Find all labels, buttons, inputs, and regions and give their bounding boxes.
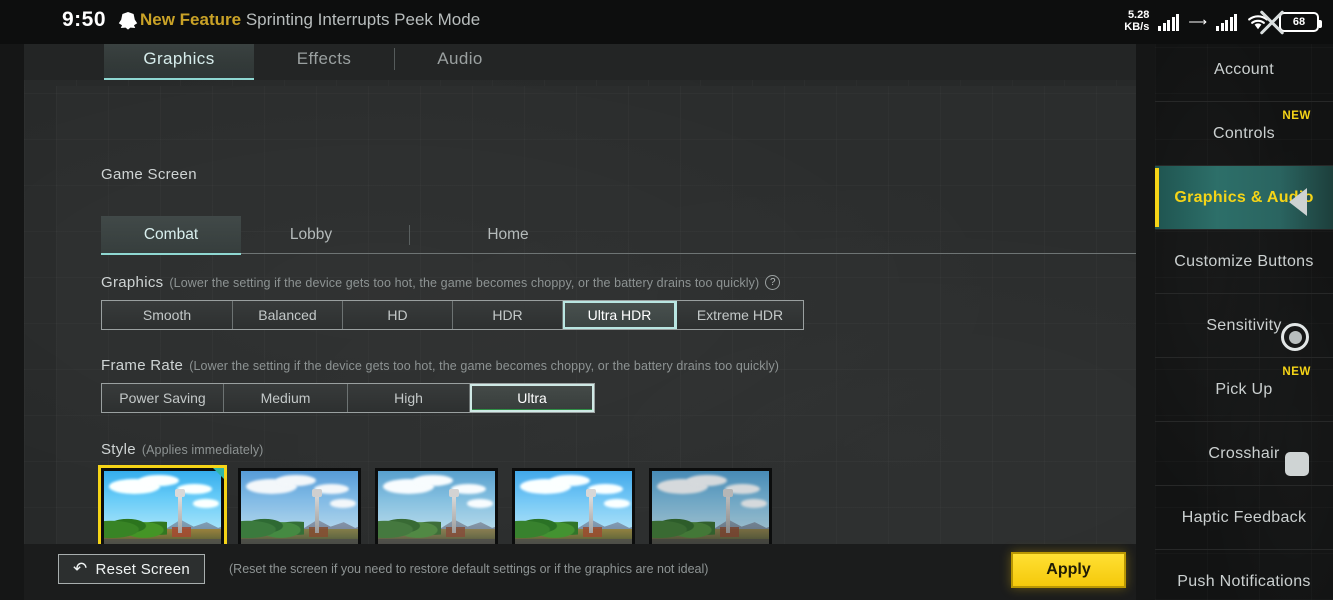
option-label: Smooth bbox=[142, 307, 192, 323]
game-screen-tab-label: Home bbox=[487, 225, 529, 243]
settings-panel-body: Game Screen Combat Lobby Home Graphics (… bbox=[56, 86, 1136, 600]
graphics-quality-header: Graphics (Lower the setting if the devic… bbox=[101, 274, 804, 291]
game-screen-label: Game Screen bbox=[101, 166, 197, 183]
graphics-option-ultra-hdr[interactable]: Ultra HDR bbox=[563, 301, 677, 329]
signal-bars-sim1-icon bbox=[1158, 13, 1180, 31]
tab-label: Effects bbox=[296, 49, 352, 68]
frame-rate-option-medium[interactable]: Medium bbox=[224, 384, 348, 412]
sidebar-item-haptic-feedback[interactable]: Haptic Feedback bbox=[1155, 486, 1333, 550]
joystick-icon[interactable] bbox=[1281, 323, 1309, 351]
tab-effects[interactable]: Effects bbox=[254, 38, 394, 80]
snapchat-icon bbox=[118, 12, 138, 30]
option-label: Medium bbox=[260, 390, 311, 406]
frame-rate-option-ultra[interactable]: Ultra bbox=[470, 384, 594, 412]
game-screen-tab-divider bbox=[409, 224, 410, 245]
frame-rate-option-power-saving[interactable]: Power Saving bbox=[102, 384, 224, 412]
game-screen-tab-lobby[interactable]: Lobby bbox=[241, 216, 381, 254]
top-tab-bar: Graphics Effects Audio bbox=[24, 38, 1136, 80]
news-ticker-prefix: New Feature bbox=[140, 10, 242, 29]
graphics-option-smooth[interactable]: Smooth bbox=[102, 301, 233, 329]
new-badge: NEW bbox=[1282, 110, 1311, 122]
game-screen-tabs: Combat Lobby Home bbox=[101, 215, 1136, 255]
apply-label: Apply bbox=[1046, 561, 1091, 578]
sidebar-item-sensitivity[interactable]: Sensitivity bbox=[1155, 294, 1333, 358]
arrow-icon: ⟶ bbox=[1188, 14, 1207, 29]
frame-rate-option-high[interactable]: High bbox=[348, 384, 470, 412]
frame-rate-section: Frame Rate (Lower the setting if the dev… bbox=[101, 357, 779, 413]
status-bar-indicators: 5.28 KB/s ⟶ 68 bbox=[1124, 0, 1333, 44]
tab-label: Audio bbox=[437, 49, 483, 68]
reset-screen-button[interactable]: ↶ Reset Screen bbox=[58, 554, 206, 584]
option-label: High bbox=[394, 390, 423, 406]
question-mark-icon[interactable]: ? bbox=[765, 275, 781, 290]
tab-audio[interactable]: Audio bbox=[395, 38, 525, 80]
option-label: Power Saving bbox=[119, 390, 206, 406]
option-label: HD bbox=[387, 307, 408, 323]
network-speed-indicator: 5.28 KB/s bbox=[1124, 10, 1149, 33]
style-header: Style (Applies immediately) bbox=[101, 441, 772, 458]
network-speed-unit: KB/s bbox=[1124, 21, 1150, 33]
android-status-bar: 9:50 New Feature Sprinting Interrupts Pe… bbox=[0, 0, 1333, 44]
frame-rate-segmented-control[interactable]: Power Saving Medium High Ultra bbox=[101, 383, 595, 413]
graphics-quality-segmented-control[interactable]: Smooth Balanced HD HDR Ultra HDR Extreme HDR bbox=[101, 300, 804, 330]
status-bar-clock: 9:50 bbox=[62, 8, 107, 31]
left-triangle-icon[interactable] bbox=[1289, 188, 1307, 216]
sidebar-item-pick-up[interactable]: Pick Up NEW bbox=[1155, 358, 1333, 422]
news-ticker-text: Sprinting Interrupts Peek Mode bbox=[241, 10, 481, 29]
graphics-option-balanced[interactable]: Balanced bbox=[233, 301, 343, 329]
game-screen-tab-combat[interactable]: Combat bbox=[101, 215, 241, 255]
close-icon[interactable] bbox=[1257, 7, 1287, 37]
battery-percent: 68 bbox=[1292, 16, 1306, 28]
tab-graphics[interactable]: Graphics bbox=[104, 38, 254, 80]
sidebar-item-label: Sensitivity bbox=[1206, 316, 1282, 334]
sidebar-item-account[interactable]: Account bbox=[1155, 38, 1333, 102]
frame-rate-label: Frame Rate bbox=[101, 357, 184, 374]
undo-arrow-icon: ↶ bbox=[73, 559, 88, 578]
sidebar-item-label: Push Notifications bbox=[1177, 572, 1311, 590]
bottom-action-bar: ↶ Reset Screen (Reset the screen if you … bbox=[24, 544, 1136, 600]
graphics-option-extreme-hdr[interactable]: Extreme HDR bbox=[677, 301, 803, 329]
frame-rate-hint: (Lower the setting if the device gets to… bbox=[189, 358, 780, 373]
app-root: Game Screen Combat Lobby Home Graphics (… bbox=[0, 0, 1333, 600]
sidebar-item-customize-buttons[interactable]: Customize Buttons bbox=[1155, 230, 1333, 294]
frame-rate-header: Frame Rate (Lower the setting if the dev… bbox=[101, 357, 779, 374]
sidebar-item-list: Account Controls NEW Graphics & Audio Custom… bbox=[1155, 38, 1333, 600]
reset-screen-hint: (Reset the screen if you need to restore… bbox=[229, 562, 709, 576]
sidebar-item-controls[interactable]: Controls NEW bbox=[1155, 102, 1333, 166]
graphics-quality-label: Graphics bbox=[101, 274, 164, 291]
settings-sidebar: Account Controls NEW Graphics & Audio Custom… bbox=[1155, 38, 1333, 600]
style-hint: (Applies immediately) bbox=[141, 442, 264, 457]
option-label: Extreme HDR bbox=[696, 307, 784, 323]
graphics-option-hd[interactable]: HD bbox=[343, 301, 453, 329]
option-label: Ultra HDR bbox=[587, 307, 652, 323]
apply-button[interactable]: Apply bbox=[1011, 552, 1126, 588]
sidebar-item-push-notifications[interactable]: Push Notifications bbox=[1155, 550, 1333, 600]
news-ticker: New Feature Sprinting Interrupts Peek Mo… bbox=[140, 10, 480, 30]
option-label: Ultra bbox=[517, 390, 547, 406]
style-label: Style bbox=[101, 441, 136, 458]
sidebar-item-label: Pick Up bbox=[1215, 380, 1273, 398]
square-button-icon[interactable] bbox=[1285, 452, 1309, 476]
sidebar-item-label: Haptic Feedback bbox=[1181, 508, 1307, 526]
graphics-option-hdr[interactable]: HDR bbox=[453, 301, 563, 329]
sidebar-item-label: Controls bbox=[1213, 124, 1275, 142]
graphics-quality-section: Graphics (Lower the setting if the devic… bbox=[101, 274, 804, 330]
reset-screen-label: Reset Screen bbox=[95, 560, 191, 578]
sidebar-item-label: Crosshair bbox=[1208, 444, 1280, 462]
graphics-quality-hint: (Lower the setting if the device gets to… bbox=[169, 275, 760, 290]
game-screen-tab-label: Lobby bbox=[289, 225, 333, 243]
settings-panel: Game Screen Combat Lobby Home Graphics (… bbox=[24, 38, 1136, 600]
sidebar-item-label: Account bbox=[1214, 60, 1274, 78]
new-badge: NEW bbox=[1282, 366, 1311, 378]
signal-bars-sim2-icon bbox=[1216, 13, 1237, 31]
game-screen-tab-home[interactable]: Home bbox=[438, 216, 578, 254]
style-selected-marker bbox=[213, 468, 224, 479]
option-label: Balanced bbox=[258, 307, 317, 323]
game-screen-tab-label: Combat bbox=[143, 225, 199, 243]
tab-label: Graphics bbox=[143, 49, 215, 68]
option-label: HDR bbox=[492, 307, 523, 323]
sidebar-item-label: Customize Buttons bbox=[1174, 252, 1314, 270]
